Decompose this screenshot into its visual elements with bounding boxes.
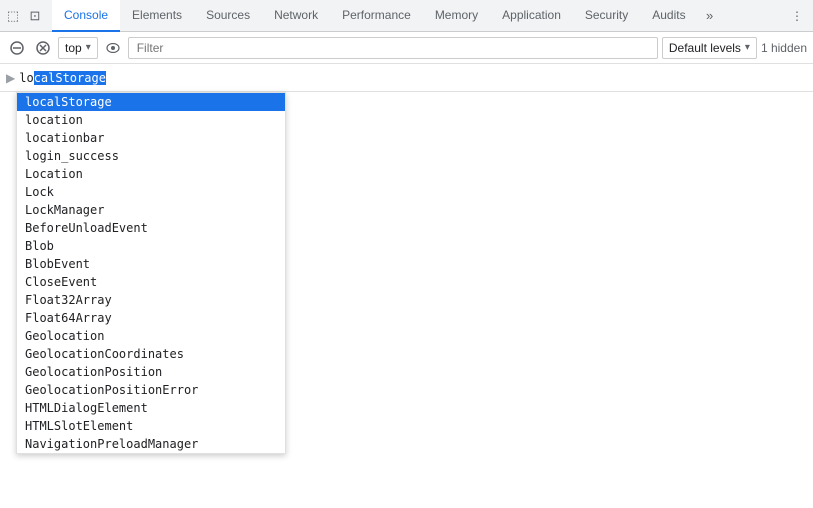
device-icon[interactable]: ⊡ [26, 7, 44, 25]
log-level-label: Default levels [669, 41, 741, 55]
hidden-count-badge: 1 hidden [761, 41, 807, 55]
tab-bar: ⬚ ⊡ ConsoleElementsSourcesNetworkPerform… [0, 0, 813, 32]
autocomplete-item[interactable]: HTMLDialogElement [17, 399, 285, 417]
autocomplete-item[interactable]: GeolocationPositionError [17, 381, 285, 399]
tab-console[interactable]: Console [52, 0, 120, 32]
console-input-value[interactable]: lo [19, 71, 33, 85]
clear-icon [10, 41, 24, 55]
stop-recording-button[interactable] [32, 37, 54, 59]
tab-network[interactable]: Network [262, 0, 330, 32]
inspect-icon[interactable]: ⬚ [4, 7, 22, 25]
console-toolbar: top ▾ Default levels ▾ 1 hidden [0, 32, 813, 64]
autocomplete-item[interactable]: localStorage [17, 93, 285, 111]
autocomplete-item[interactable]: locationbar [17, 129, 285, 147]
tab-performance[interactable]: Performance [330, 0, 423, 32]
context-selector[interactable]: top ▾ [58, 37, 98, 59]
autocomplete-item[interactable]: LockManager [17, 201, 285, 219]
tab-application[interactable]: Application [490, 0, 573, 32]
clear-console-button[interactable] [6, 37, 28, 59]
autocomplete-item[interactable]: login_success [17, 147, 285, 165]
more-tabs-button[interactable]: » [698, 4, 722, 28]
autocomplete-item[interactable]: BlobEvent [17, 255, 285, 273]
tab-audits[interactable]: Audits [640, 0, 697, 32]
autocomplete-item[interactable]: Location [17, 165, 285, 183]
autocomplete-item[interactable]: location [17, 111, 285, 129]
filter-input[interactable] [128, 37, 658, 59]
autocomplete-item[interactable]: Blob [17, 237, 285, 255]
tab-memory[interactable]: Memory [423, 0, 490, 32]
devtools-icons: ⬚ ⊡ [4, 7, 44, 25]
autocomplete-item[interactable]: BeforeUnloadEvent [17, 219, 285, 237]
log-level-selector[interactable]: Default levels ▾ [662, 37, 757, 59]
context-arrow: ▾ [86, 42, 91, 53]
console-autocomplete-hint: calStorage [34, 71, 106, 85]
autocomplete-item[interactable]: Lock [17, 183, 285, 201]
tabs-container: ConsoleElementsSourcesNetworkPerformance… [52, 0, 698, 31]
devtools-menu-button[interactable]: ⋮ [785, 4, 809, 28]
console-input-arrow: ▶ [6, 71, 15, 85]
tab-sources[interactable]: Sources [194, 0, 262, 32]
tab-security[interactable]: Security [573, 0, 640, 32]
autocomplete-dropdown: localStoragelocationlocationbarlogin_suc… [16, 92, 286, 454]
autocomplete-item[interactable]: Float64Array [17, 309, 285, 327]
autocomplete-item[interactable]: Float32Array [17, 291, 285, 309]
autocomplete-item[interactable]: GeolocationPosition [17, 363, 285, 381]
autocomplete-item[interactable]: GeolocationCoordinates [17, 345, 285, 363]
autocomplete-item[interactable]: CloseEvent [17, 273, 285, 291]
console-content: ▶ localStorage localStoragelocationlocat… [0, 64, 813, 508]
context-label: top [65, 41, 82, 55]
eye-button[interactable] [102, 37, 124, 59]
console-input-row: ▶ localStorage [0, 64, 813, 92]
tab-elements[interactable]: Elements [120, 0, 194, 32]
autocomplete-item[interactable]: NavigationPreloadManager [17, 435, 285, 453]
autocomplete-item[interactable]: Geolocation [17, 327, 285, 345]
autocomplete-list: localStoragelocationlocationbarlogin_suc… [17, 93, 285, 453]
log-level-arrow: ▾ [745, 42, 750, 53]
stop-icon [36, 41, 50, 55]
eye-icon [106, 43, 120, 53]
autocomplete-item[interactable]: HTMLSlotElement [17, 417, 285, 435]
console-input-text: localStorage [19, 71, 106, 85]
